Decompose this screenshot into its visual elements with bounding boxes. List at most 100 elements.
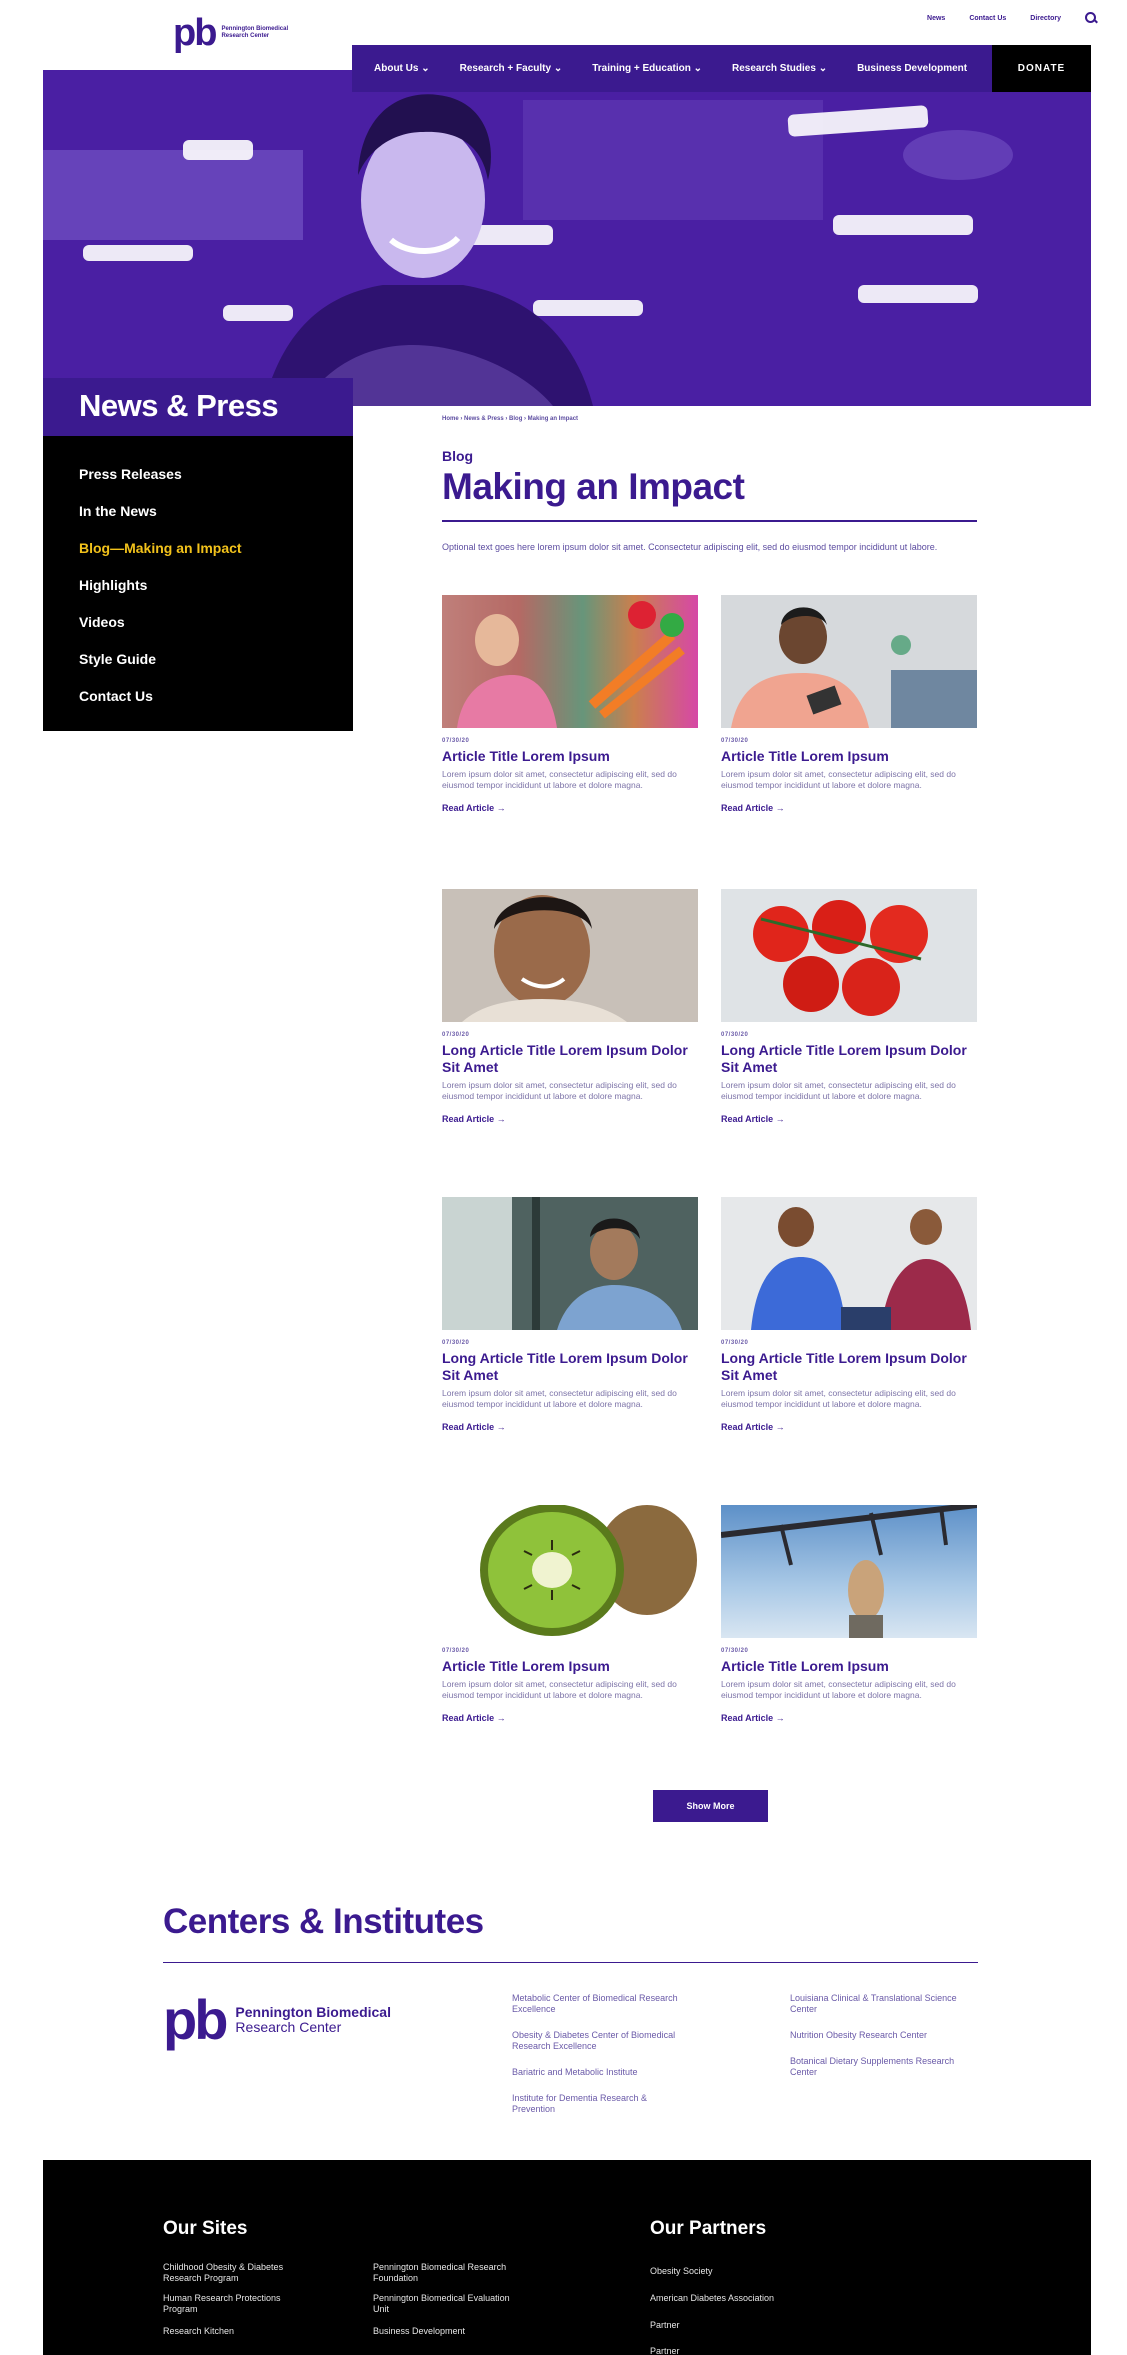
center-link[interactable]: Botanical Dietary Supplements Research C… — [790, 2056, 960, 2078]
read-article-link[interactable]: Read Article → — [442, 1713, 506, 1723]
article-image[interactable] — [442, 1505, 698, 1638]
sidebar-item-blog[interactable]: Blog—Making an Impact — [79, 538, 353, 575]
hero-image — [43, 70, 1091, 406]
article-excerpt: Lorem ipsum dolor sit amet, consectetur … — [721, 769, 956, 790]
footer-partner-link[interactable]: Obesity Society — [650, 2266, 850, 2277]
center-link[interactable]: Nutrition Obesity Research Center — [790, 2030, 960, 2041]
article-title[interactable]: Long Article Title Lorem Ipsum Dolor Sit… — [721, 1042, 977, 1076]
section-title: News & Press — [43, 378, 353, 436]
divider — [442, 520, 977, 522]
sidebar-item-in-the-news[interactable]: In the News — [79, 501, 353, 538]
article-image[interactable] — [721, 1505, 977, 1638]
logo-mark: pb — [163, 1988, 228, 2051]
person-photo — [263, 94, 593, 406]
article-date: 07/30/20 — [442, 1340, 470, 1346]
nav-research-faculty[interactable]: Research + Faculty ⌄ — [460, 63, 563, 74]
nav-training-education[interactable]: Training + Education ⌄ — [592, 63, 702, 74]
sidebar-item-videos[interactable]: Videos — [79, 612, 353, 649]
article-image[interactable] — [721, 595, 977, 728]
article-date: 07/30/20 — [442, 1032, 470, 1038]
article-card[interactable]: 07/30/20 Long Article Title Lorem Ipsum … — [442, 889, 698, 1127]
footer-heading-sites: Our Sites — [163, 2218, 248, 2239]
article-excerpt: Lorem ipsum dolor sit amet, consectetur … — [442, 1080, 677, 1101]
article-title[interactable]: Long Article Title Lorem Ipsum Dolor Sit… — [442, 1350, 698, 1384]
logo-mark: pb — [173, 12, 217, 54]
util-link-news[interactable]: News — [927, 15, 945, 22]
pennington-logo[interactable]: pb Pennington Biomedical Research Center — [163, 1992, 391, 2048]
article-excerpt: Lorem ipsum dolor sit amet, consectetur … — [721, 1679, 956, 1700]
donate-button[interactable]: DONATE — [992, 45, 1091, 92]
read-article-link[interactable]: Read Article → — [721, 803, 785, 813]
center-link[interactable]: Obesity & Diabetes Center of Biomedical … — [512, 2030, 682, 2052]
center-link[interactable]: Metabolic Center of Biomedical Research … — [512, 1993, 682, 2015]
breadcrumb[interactable]: Home › News & Press › Blog › Making an I… — [442, 416, 578, 422]
footer-site-link[interactable]: Pennington Biomedical Evaluation Unit — [373, 2293, 523, 2315]
nav-about-us[interactable]: About Us ⌄ — [374, 63, 430, 74]
article-image[interactable] — [442, 889, 698, 1022]
article-date: 07/30/20 — [721, 738, 749, 744]
util-link-contact[interactable]: Contact Us — [969, 15, 1006, 22]
sidebar-item-press-releases[interactable]: Press Releases — [79, 464, 353, 501]
center-link[interactable]: Louisiana Clinical & Translational Scien… — [790, 1993, 960, 2015]
read-article-link[interactable]: Read Article → — [442, 1422, 506, 1432]
sidebar-item-contact-us[interactable]: Contact Us — [79, 686, 353, 723]
site-footer: Our Sites Our Partners Childhood Obesity… — [43, 2160, 1091, 2355]
logo-text: Pennington Biomedical Research Center — [235, 2005, 391, 2035]
article-card[interactable]: 07/30/20 Long Article Title Lorem Ipsum … — [721, 1197, 977, 1435]
eyebrow-label: Blog — [442, 448, 474, 464]
article-title[interactable]: Article Title Lorem Ipsum — [721, 748, 977, 765]
nav-research-studies[interactable]: Research Studies ⌄ — [732, 63, 827, 74]
article-card[interactable]: 07/30/20 Long Article Title Lorem Ipsum … — [442, 1197, 698, 1435]
article-title[interactable]: Article Title Lorem Ipsum — [721, 1658, 977, 1675]
show-more-button[interactable]: Show More — [653, 1790, 768, 1822]
article-date: 07/30/20 — [721, 1648, 749, 1654]
read-article-link[interactable]: Read Article → — [442, 803, 506, 813]
footer-partner-link[interactable]: Partner — [650, 2346, 850, 2355]
article-title[interactable]: Long Article Title Lorem Ipsum Dolor Sit… — [442, 1042, 698, 1076]
article-excerpt: Lorem ipsum dolor sit amet, consectetur … — [442, 1388, 677, 1409]
article-excerpt: Lorem ipsum dolor sit amet, consectetur … — [721, 1080, 956, 1101]
article-image[interactable] — [721, 1197, 977, 1330]
article-excerpt: Lorem ipsum dolor sit amet, consectetur … — [442, 1679, 677, 1700]
article-date: 07/30/20 — [721, 1340, 749, 1346]
center-link[interactable]: Bariatric and Metabolic Institute — [512, 2067, 682, 2078]
footer-site-link[interactable]: Research Kitchen — [163, 2326, 313, 2337]
logo-name: Pennington Biomedical — [235, 2004, 391, 2020]
article-date: 07/30/20 — [442, 738, 470, 744]
article-excerpt: Lorem ipsum dolor sit amet, consectetur … — [721, 1388, 956, 1409]
article-image[interactable] — [442, 595, 698, 728]
article-card[interactable]: 07/30/20 Article Title Lorem Ipsum Lorem… — [442, 595, 698, 816]
article-image[interactable] — [442, 1197, 698, 1330]
center-link[interactable]: Institute for Dementia Research & Preven… — [512, 2093, 682, 2115]
article-excerpt: Lorem ipsum dolor sit amet, consectetur … — [442, 769, 677, 790]
read-article-link[interactable]: Read Article → — [442, 1114, 506, 1124]
page-title: Making an Impact — [442, 466, 745, 507]
centers-column-1: Metabolic Center of Biomedical Research … — [512, 1993, 682, 2130]
article-card[interactable]: 07/30/20 Article Title Lorem Ipsum Lorem… — [442, 1505, 698, 1726]
article-image[interactable] — [721, 889, 977, 1022]
sidebar-item-highlights[interactable]: Highlights — [79, 575, 353, 612]
article-title[interactable]: Article Title Lorem Ipsum — [442, 1658, 698, 1675]
article-card[interactable]: 07/30/20 Long Article Title Lorem Ipsum … — [721, 889, 977, 1127]
read-article-link[interactable]: Read Article → — [721, 1114, 785, 1124]
footer-partner-link[interactable]: Partner — [650, 2320, 850, 2331]
sidebar-item-style-guide[interactable]: Style Guide — [79, 649, 353, 686]
article-card[interactable]: 07/30/20 Article Title Lorem Ipsum Lorem… — [721, 1505, 977, 1726]
nav-business-development[interactable]: Business Development — [857, 63, 967, 74]
site-logo[interactable]: pb Pennington Biomedical Research Center — [173, 14, 311, 52]
article-date: 07/30/20 — [721, 1032, 749, 1038]
sidebar-nav: Press Releases In the News Blog—Making a… — [43, 436, 353, 731]
util-link-directory[interactable]: Directory — [1030, 15, 1061, 22]
article-title[interactable]: Article Title Lorem Ipsum — [442, 748, 698, 765]
main-nav: About Us ⌄ Research + Faculty ⌄ Training… — [352, 45, 992, 92]
footer-partner-link[interactable]: American Diabetes Association — [650, 2293, 850, 2304]
article-title[interactable]: Long Article Title Lorem Ipsum Dolor Sit… — [721, 1350, 977, 1384]
read-article-link[interactable]: Read Article → — [721, 1422, 785, 1432]
footer-site-link[interactable]: Business Development — [373, 2326, 523, 2337]
footer-site-link[interactable]: Human Research Protections Program — [163, 2293, 313, 2315]
article-card[interactable]: 07/30/20 Article Title Lorem Ipsum Lorem… — [721, 595, 977, 816]
read-article-link[interactable]: Read Article → — [721, 1713, 785, 1723]
search-icon[interactable] — [1085, 12, 1097, 24]
footer-site-link[interactable]: Pennington Biomedical Research Foundatio… — [373, 2262, 523, 2284]
footer-site-link[interactable]: Childhood Obesity & Diabetes Research Pr… — [163, 2262, 313, 2284]
